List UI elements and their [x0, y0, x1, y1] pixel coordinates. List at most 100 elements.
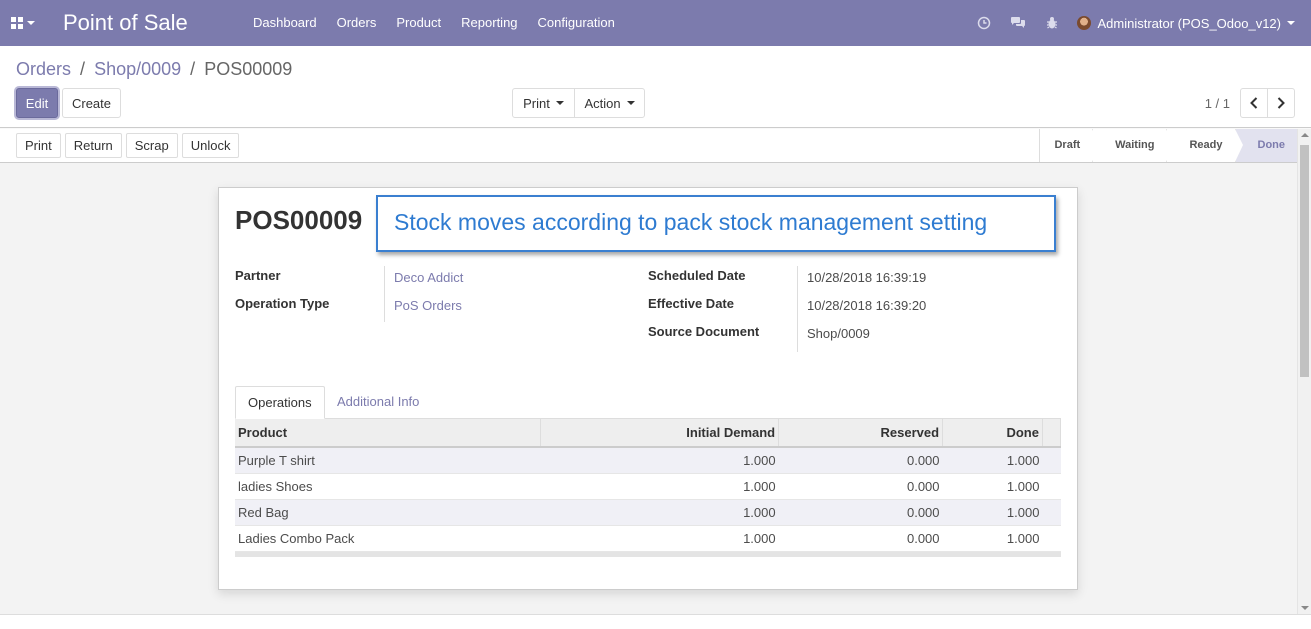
statusbar-buttons: Print Return Scrap Unlock	[16, 133, 240, 158]
menu-configuration[interactable]: Configuration	[528, 0, 625, 46]
operation-type-field[interactable]: PoS Orders	[394, 298, 462, 313]
field-divider	[384, 266, 385, 322]
tab-operations[interactable]: Operations	[235, 386, 325, 419]
operations-table: Product Initial Demand Reserved Done Pur…	[235, 419, 1062, 557]
chevron-left-icon	[1250, 97, 1258, 109]
cell-spacer	[1042, 525, 1061, 552]
tab-additional-info[interactable]: Additional Info	[325, 386, 431, 419]
form-statusbar: Print Return Scrap Unlock Draft Waiting …	[0, 129, 1297, 163]
cell-reserved: 0.000	[778, 447, 943, 474]
form-content-area: POS00009 Stock moves according to pack s…	[0, 163, 1297, 614]
print-dropdown-label: Print	[523, 95, 550, 111]
cell-done: 1.000	[942, 525, 1043, 552]
user-name: Administrator (POS_Odoo_v12)	[1097, 15, 1281, 31]
effective-date-label: Effective Date	[648, 296, 734, 311]
action-dropdown-button[interactable]: Action	[574, 88, 645, 118]
activity-clock-icon[interactable]	[967, 0, 1001, 46]
menu-product[interactable]: Product	[386, 0, 451, 46]
print-button[interactable]: Print	[16, 133, 61, 158]
create-button[interactable]: Create	[62, 88, 121, 118]
breadcrumb-shop-order[interactable]: Shop/0009	[94, 59, 181, 79]
column-header-spacer	[1042, 419, 1062, 448]
chevron-down-icon	[626, 101, 635, 105]
scrollbar-thumb[interactable]	[1300, 145, 1309, 377]
annotation-callout: Stock moves according to pack stock mana…	[376, 195, 1056, 252]
record-title: POS00009	[235, 205, 363, 235]
systray: Administrator (POS_Odoo_v12)	[967, 0, 1311, 46]
stage-draft: Draft	[1039, 129, 1100, 162]
cell-done: 1.000	[942, 499, 1043, 526]
chevron-right-icon	[1277, 97, 1285, 109]
breadcrumb-separator: /	[190, 59, 196, 79]
chevron-down-icon	[555, 101, 564, 105]
cell-product: Purple T shirt	[235, 447, 541, 474]
column-header-product[interactable]: Product	[235, 419, 542, 448]
page-bottom-strip	[0, 614, 1311, 629]
state-pipeline: Draft Waiting Ready Done	[1039, 129, 1297, 162]
annotation-text: Stock moves according to pack stock mana…	[394, 209, 988, 235]
menu-orders[interactable]: Orders	[327, 0, 387, 46]
scroll-up-arrow-icon[interactable]	[1301, 133, 1309, 137]
app-switcher-button[interactable]	[0, 0, 46, 46]
cell-spacer	[1042, 499, 1061, 526]
return-button[interactable]: Return	[64, 133, 122, 158]
stage-waiting: Waiting	[1092, 129, 1175, 162]
cell-reserved: 0.000	[778, 499, 943, 526]
cell-done: 1.000	[942, 473, 1043, 500]
table-row[interactable]: Ladies Combo Pack 1.000 0.000 1.000	[235, 525, 1061, 552]
scheduled-date-field[interactable]: 10/28/2018 16:39:19	[807, 270, 926, 285]
table-row[interactable]: Red Bag 1.000 0.000 1.000	[235, 499, 1061, 526]
cell-product: Ladies Combo Pack	[235, 525, 541, 552]
pager-previous-button[interactable]	[1240, 88, 1268, 118]
apps-grid-icon	[11, 17, 23, 29]
operation-type-label: Operation Type	[235, 296, 330, 311]
table-row[interactable]: ladies Shoes 1.000 0.000 1.000	[235, 473, 1061, 500]
menu-reporting[interactable]: Reporting	[451, 0, 527, 46]
stage-ready: Ready	[1166, 129, 1243, 162]
cell-done: 1.000	[942, 447, 1043, 474]
column-header-done[interactable]: Done	[942, 419, 1043, 448]
table-footer-row	[235, 551, 1061, 557]
scroll-down-arrow-icon[interactable]	[1301, 606, 1309, 610]
source-document-label: Source Document	[648, 324, 760, 339]
app-title: Point of Sale	[63, 10, 188, 35]
breadcrumb: Orders / Shop/0009 / POS00009	[16, 59, 292, 80]
column-header-initial-demand[interactable]: Initial Demand	[540, 419, 780, 448]
control-panel: Orders / Shop/0009 / POS00009 Edit Creat…	[0, 46, 1311, 128]
cell-initial-demand: 1.000	[540, 499, 779, 526]
print-dropdown-button[interactable]: Print	[512, 88, 575, 118]
scrap-button[interactable]: Scrap	[125, 133, 178, 158]
edit-button[interactable]: Edit	[16, 88, 58, 118]
user-menu[interactable]: Administrator (POS_Odoo_v12)	[1069, 16, 1311, 31]
stage-done: Done	[1234, 129, 1297, 162]
main-menu: Dashboard Orders Product Reporting Confi…	[243, 0, 625, 46]
partner-label: Partner	[235, 268, 281, 283]
field-divider	[797, 266, 798, 352]
avatar	[1077, 16, 1092, 30]
breadcrumb-current: POS00009	[204, 59, 293, 79]
partner-field[interactable]: Deco Addict	[394, 270, 463, 285]
column-header-reserved[interactable]: Reserved	[778, 419, 944, 448]
messaging-chat-icon[interactable]	[1001, 0, 1035, 46]
debug-bug-icon[interactable]	[1035, 0, 1069, 46]
pager-value[interactable]: 1 / 1	[1205, 96, 1230, 111]
chevron-down-icon	[27, 21, 35, 25]
vertical-scrollbar[interactable]	[1297, 129, 1311, 614]
menu-dashboard[interactable]: Dashboard	[243, 0, 327, 46]
pager-next-button[interactable]	[1267, 88, 1295, 118]
form-sheet: POS00009 Stock moves according to pack s…	[218, 187, 1078, 590]
cell-initial-demand: 1.000	[540, 473, 779, 500]
breadcrumb-orders[interactable]: Orders	[16, 59, 71, 79]
cell-product: ladies Shoes	[235, 473, 541, 500]
table-row[interactable]: Purple T shirt 1.000 0.000 1.000	[235, 447, 1061, 474]
unlock-button[interactable]: Unlock	[181, 133, 240, 158]
sidebar-dropdowns: Print Action	[512, 88, 645, 118]
source-document-field[interactable]: Shop/0009	[807, 326, 870, 341]
scheduled-date-label: Scheduled Date	[648, 268, 746, 283]
pager: 1 / 1	[1205, 88, 1295, 118]
effective-date-field[interactable]: 10/28/2018 16:39:20	[807, 298, 926, 313]
notebook-tabs: Operations Additional Info	[235, 386, 1061, 419]
action-dropdown-label: Action	[584, 95, 621, 111]
table-header-row: Product Initial Demand Reserved Done	[235, 419, 1062, 448]
cell-initial-demand: 1.000	[540, 525, 779, 552]
